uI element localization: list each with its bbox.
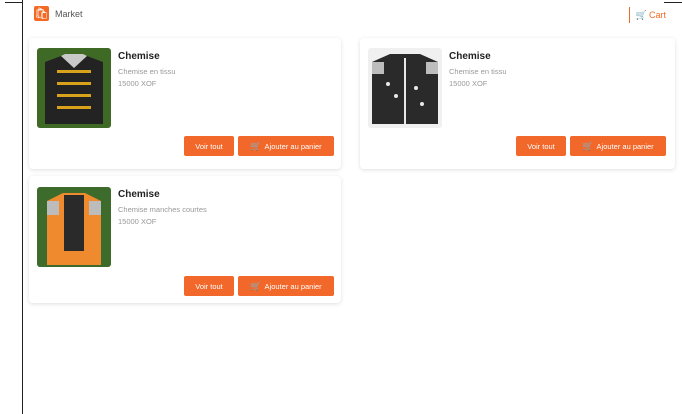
top-divider-left xyxy=(5,2,23,3)
product-image[interactable] xyxy=(37,48,111,128)
left-divider xyxy=(22,0,23,414)
product-card: Chemise Chemise en tissu 15000 XOF Voir … xyxy=(360,38,675,169)
add-to-cart-label: Ajouter au panier xyxy=(264,281,322,291)
product-price: 15000 XOF xyxy=(118,79,157,88)
product-image[interactable] xyxy=(368,48,442,128)
add-to-cart-button[interactable]: 🛒 Ajouter au panier xyxy=(570,136,666,156)
view-all-button[interactable]: Voir tout xyxy=(516,136,566,156)
cart-label: Cart xyxy=(648,10,666,20)
product-name: Chemise xyxy=(118,189,160,200)
product-description: Chemise en tissu xyxy=(118,67,176,76)
product-card: Chemise Chemise en tissu 15000 XOF Voir … xyxy=(29,38,341,169)
product-name: Chemise xyxy=(449,51,491,62)
view-all-button[interactable]: Voir tout xyxy=(184,276,234,296)
view-all-button[interactable]: Voir tout xyxy=(184,136,234,156)
add-to-cart-button[interactable]: 🛒 Ajouter au panier xyxy=(238,136,334,156)
cart-icon: 🛒 xyxy=(250,280,262,291)
product-description: Chemise en tissu xyxy=(449,67,507,76)
add-to-cart-label: Ajouter au panier xyxy=(264,141,322,151)
shop-bag-icon[interactable]: 🛍 xyxy=(34,6,49,21)
shirt-image xyxy=(368,48,442,128)
add-to-cart-button[interactable]: 🛒 Ajouter au panier xyxy=(238,276,334,296)
shirt-image xyxy=(37,48,111,128)
cart-icon: 🛒 xyxy=(635,9,647,20)
cart-icon: 🛒 xyxy=(582,140,594,151)
shirt-image xyxy=(37,187,111,267)
top-divider-right xyxy=(664,2,682,3)
cart-icon: 🛒 xyxy=(250,140,262,151)
cart-button[interactable]: 🛒 Cart xyxy=(628,7,670,23)
product-image[interactable] xyxy=(37,187,111,267)
product-card: Chemise Chemise manches courtes 15000 XO… xyxy=(29,176,341,303)
product-price: 15000 XOF xyxy=(449,79,488,88)
app-header: 🛍 Market 🛒 Cart xyxy=(34,5,674,27)
product-name: Chemise xyxy=(118,51,160,62)
product-description: Chemise manches courtes xyxy=(118,205,207,214)
app-title: Market xyxy=(55,9,83,19)
product-price: 15000 XOF xyxy=(118,217,157,226)
add-to-cart-label: Ajouter au panier xyxy=(596,141,654,151)
